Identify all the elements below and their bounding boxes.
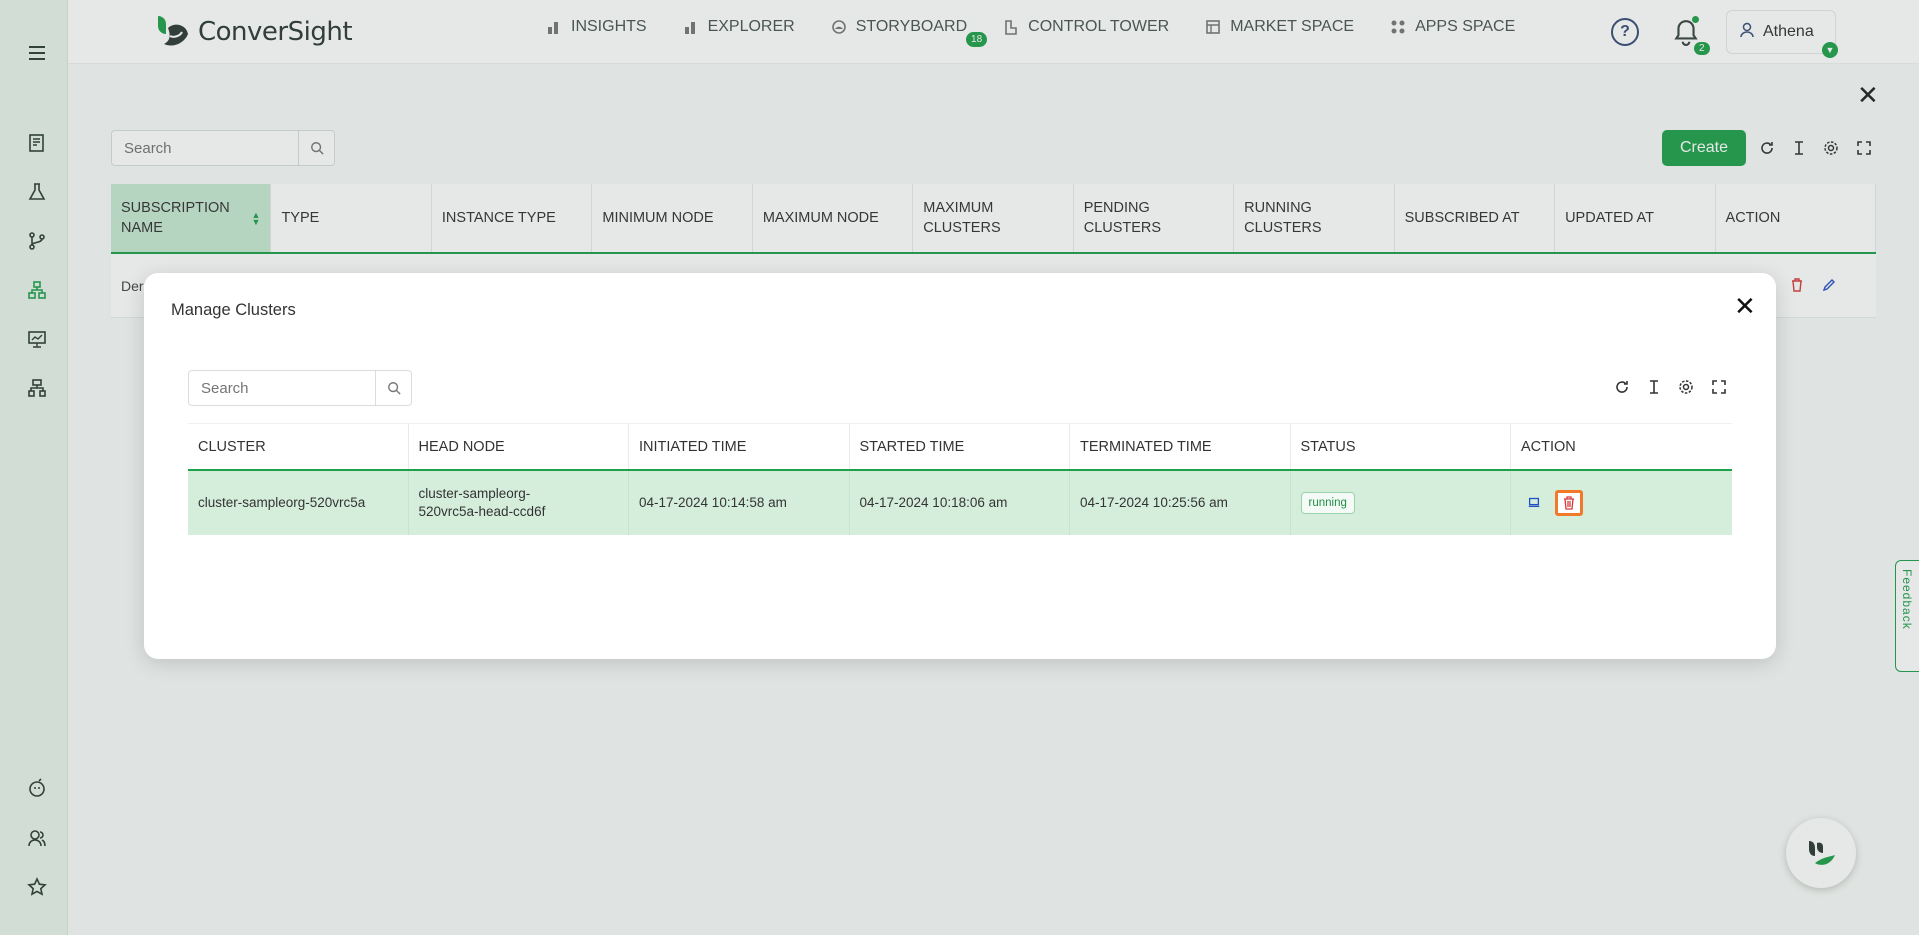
search-icon[interactable] [375, 371, 411, 405]
started-time-cell: 04-17-2024 10:18:06 am [850, 471, 1070, 535]
manage-clusters-modal: Manage Clusters ✕ CLUSTER HEAD NODE INIT… [144, 273, 1776, 659]
cluster-cell: cluster-sampleorg-520vrc5a [188, 471, 409, 535]
delete-cluster-button[interactable] [1555, 490, 1583, 516]
column-header-terminated-time[interactable]: TERMINATED TIME [1070, 424, 1291, 469]
status-badge: running [1300, 491, 1355, 515]
column-header-started-time[interactable]: STARTED TIME [850, 424, 1070, 469]
head-node-cell: cluster-sampleorg- 520vrc5a-head-ccd6f [409, 471, 629, 535]
clusters-table: CLUSTER HEAD NODE INITIATED TIME STARTED… [188, 423, 1732, 535]
head-node-line2: 520vrc5a-head-ccd6f [418, 504, 546, 519]
status-cell: running [1291, 471, 1511, 535]
trash-icon [1564, 496, 1574, 510]
monitor-icon[interactable] [1527, 495, 1543, 511]
modal-search [188, 370, 412, 406]
column-header-action[interactable]: ACTION [1511, 424, 1732, 469]
table-row[interactable]: cluster-sampleorg-520vrc5a cluster-sampl… [188, 471, 1732, 535]
column-resize-icon[interactable] [1644, 377, 1664, 397]
gear-icon[interactable] [1676, 377, 1696, 397]
modal-search-input[interactable] [189, 371, 375, 405]
fullscreen-icon[interactable] [1709, 377, 1729, 397]
column-header-head-node[interactable]: HEAD NODE [409, 424, 629, 469]
head-node-line1: cluster-sampleorg- [418, 486, 531, 502]
column-header-initiated-time[interactable]: INITIATED TIME [629, 424, 850, 469]
action-cell [1511, 471, 1732, 535]
table-header: CLUSTER HEAD NODE INITIATED TIME STARTED… [188, 423, 1732, 471]
initiated-time-cell: 04-17-2024 10:14:58 am [629, 471, 850, 535]
close-icon[interactable]: ✕ [1734, 293, 1756, 319]
modal-title: Manage Clusters [171, 301, 296, 319]
column-header-status[interactable]: STATUS [1291, 424, 1511, 469]
refresh-icon[interactable] [1612, 377, 1632, 397]
column-header-cluster[interactable]: CLUSTER [188, 424, 409, 469]
terminated-time-cell: 04-17-2024 10:25:56 am [1070, 471, 1291, 535]
